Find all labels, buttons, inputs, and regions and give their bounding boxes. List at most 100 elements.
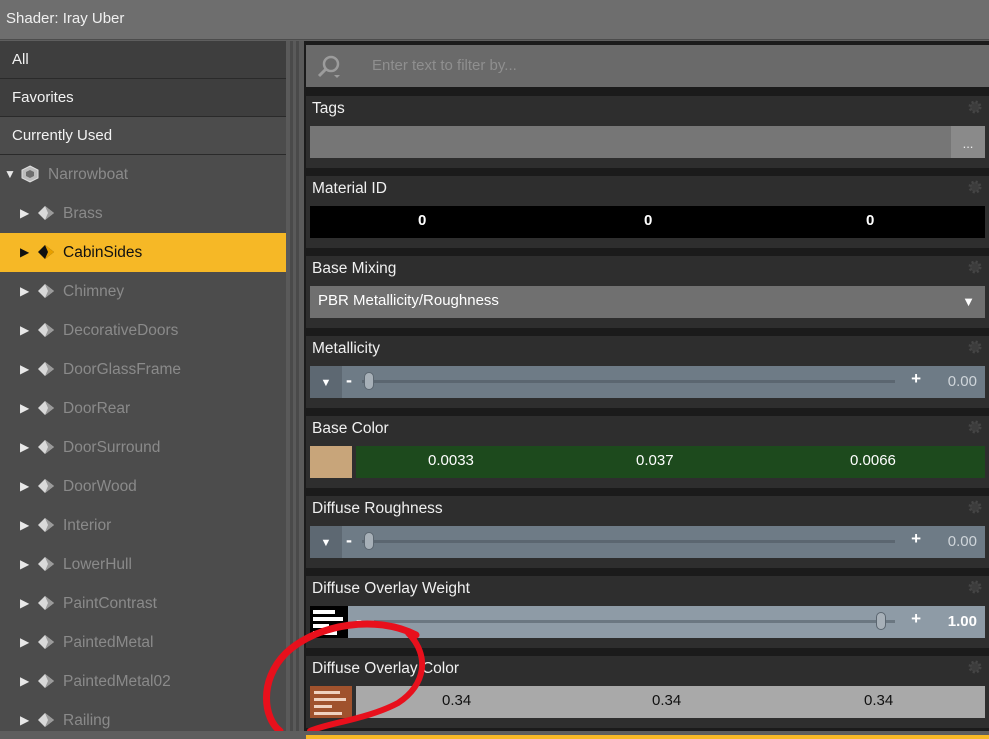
slider-knob[interactable] — [364, 532, 374, 550]
collapsed-arrow-icon[interactable]: ▶ — [20, 623, 29, 662]
tree-label: DoorRear — [63, 400, 131, 417]
expanded-arrow-icon[interactable]: ▼ — [4, 155, 16, 194]
color-g[interactable]: 0.037 — [636, 452, 674, 469]
decrement-icon[interactable]: - — [346, 530, 352, 551]
tree-item-doorrear[interactable]: ▶ DoorRear — [0, 389, 286, 428]
collapsed-arrow-icon[interactable]: ▶ — [20, 506, 29, 545]
tree-item-railing[interactable]: ▶ Railing — [0, 701, 286, 731]
slider-track[interactable] — [362, 380, 895, 383]
tree-item-paintedmetal02[interactable]: ▶ PaintedMetal02 — [0, 662, 286, 701]
category-all[interactable]: All — [0, 41, 286, 79]
gear-icon[interactable] — [967, 259, 983, 275]
tree-item-chimney[interactable]: ▶ Chimney — [0, 272, 286, 311]
slider-menu-icon[interactable]: ▼ — [310, 526, 342, 558]
gear-icon[interactable] — [967, 179, 983, 195]
tree-item-lowerhull[interactable]: ▶ LowerHull — [0, 545, 286, 584]
property-base-color: Base Color 0.0033 0.037 0.0066 — [306, 416, 989, 488]
tags-input[interactable]: ... — [310, 126, 985, 158]
material-node-icon — [38, 206, 54, 220]
slider-value[interactable]: 1.00 — [948, 613, 977, 630]
tree-root-narrowboat[interactable]: ▼ Narrowboat — [0, 155, 286, 194]
collapsed-arrow-icon[interactable]: ▶ — [20, 311, 29, 350]
decrement-icon[interactable]: - — [356, 610, 362, 631]
collapsed-arrow-icon[interactable]: ▶ — [20, 389, 29, 428]
tree-item-paintcontrast[interactable]: ▶ PaintContrast — [0, 584, 286, 623]
property-material-id: Material ID 0 0 0 — [306, 176, 989, 248]
color-values[interactable]: 0.34 0.34 0.34 — [356, 686, 985, 718]
property-label: Metallicity — [312, 340, 381, 357]
material-id-g[interactable]: 0 — [644, 212, 652, 229]
gear-icon[interactable] — [967, 659, 983, 675]
color-g[interactable]: 0.34 — [652, 692, 681, 709]
material-id-field[interactable]: 0 0 0 — [310, 206, 985, 238]
collapsed-arrow-icon[interactable]: ▶ — [20, 272, 29, 311]
category-favorites[interactable]: Favorites — [0, 79, 286, 117]
increment-icon[interactable]: + — [911, 609, 921, 629]
filter-input[interactable]: Enter text to filter by... — [372, 57, 517, 74]
slider-knob[interactable] — [364, 372, 374, 390]
tags-browse-button[interactable]: ... — [951, 126, 985, 158]
material-node-icon — [38, 713, 54, 727]
base-mixing-select[interactable]: PBR Metallicity/Roughness ▼ — [310, 286, 985, 318]
image-map-icon[interactable] — [310, 606, 348, 638]
tree-item-doorsurround[interactable]: ▶ DoorSurround — [0, 428, 286, 467]
gear-icon[interactable] — [967, 579, 983, 595]
slider-value[interactable]: 0.00 — [948, 373, 977, 390]
collapsed-arrow-icon[interactable]: ▶ — [20, 545, 29, 584]
color-swatch[interactable] — [310, 446, 352, 478]
tree-item-interior[interactable]: ▶ Interior — [0, 506, 286, 545]
diffuse-roughness-slider[interactable]: ▼ - + 0.00 — [310, 526, 985, 558]
color-r[interactable]: 0.0033 — [428, 452, 474, 469]
gear-icon[interactable] — [967, 499, 983, 515]
panel-splitter[interactable] — [286, 41, 304, 731]
search-icon[interactable] — [316, 54, 342, 80]
tree-item-paintedmetal[interactable]: ▶ PaintedMetal — [0, 623, 286, 662]
increment-icon[interactable]: + — [911, 369, 921, 389]
decrement-icon[interactable]: - — [346, 370, 352, 391]
tree-label: Interior — [63, 517, 112, 534]
collapsed-arrow-icon[interactable]: ▶ — [20, 662, 29, 701]
tree-item-brass[interactable]: ▶ Brass — [0, 194, 286, 233]
tree-item-doorglassframe[interactable]: ▶ DoorGlassFrame — [0, 350, 286, 389]
collapsed-arrow-icon[interactable]: ▶ — [20, 350, 29, 389]
color-values[interactable]: 0.0033 0.037 0.0066 — [356, 446, 985, 478]
diffuse-overlay-weight-slider[interactable]: - + 1.00 — [310, 606, 985, 638]
gear-icon[interactable] — [967, 99, 983, 115]
collapsed-arrow-icon[interactable]: ▶ — [20, 584, 29, 623]
material-node-icon — [38, 284, 54, 298]
tree-item-decorativedoors[interactable]: ▶ DecorativeDoors — [0, 311, 286, 350]
gear-icon[interactable] — [967, 419, 983, 435]
property-label: Base Color — [312, 420, 389, 437]
material-id-b[interactable]: 0 — [866, 212, 874, 229]
slider-menu-icon[interactable]: ▼ — [310, 366, 342, 398]
collapsed-arrow-icon[interactable]: ▶ — [20, 467, 29, 506]
dropdown-arrow-icon: ▼ — [962, 294, 975, 309]
material-node-icon — [38, 674, 54, 688]
image-map-icon[interactable] — [310, 686, 352, 718]
property-label: Base Mixing — [312, 260, 397, 277]
property-label: Tags — [312, 100, 345, 117]
color-b[interactable]: 0.0066 — [850, 452, 896, 469]
slider-value[interactable]: 0.00 — [948, 533, 977, 550]
material-node-icon — [38, 440, 54, 454]
collapsed-arrow-icon[interactable]: ▶ — [20, 233, 29, 272]
increment-icon[interactable]: + — [911, 529, 921, 549]
window-title: Shader: Iray Uber — [6, 10, 125, 27]
slider-knob[interactable] — [876, 612, 886, 630]
tree-item-cabinsides[interactable]: ▶ CabinSides — [0, 233, 286, 272]
material-id-r[interactable]: 0 — [418, 212, 426, 229]
metallicity-slider[interactable]: ▼ - + 0.00 — [310, 366, 985, 398]
color-b[interactable]: 0.34 — [864, 692, 893, 709]
tree-label: Narrowboat — [48, 166, 129, 183]
slider-track[interactable] — [362, 540, 895, 543]
slider-track[interactable] — [374, 620, 895, 623]
collapsed-arrow-icon[interactable]: ▶ — [20, 701, 29, 731]
collapsed-arrow-icon[interactable]: ▶ — [20, 194, 29, 233]
filter-bar[interactable]: Enter text to filter by... — [306, 45, 989, 87]
tree-item-doorwood[interactable]: ▶ DoorWood — [0, 467, 286, 506]
collapsed-arrow-icon[interactable]: ▶ — [20, 428, 29, 467]
gear-icon[interactable] — [967, 339, 983, 355]
category-currently-used[interactable]: Currently Used — [0, 117, 286, 155]
color-r[interactable]: 0.34 — [442, 692, 471, 709]
material-node-icon — [38, 518, 54, 532]
